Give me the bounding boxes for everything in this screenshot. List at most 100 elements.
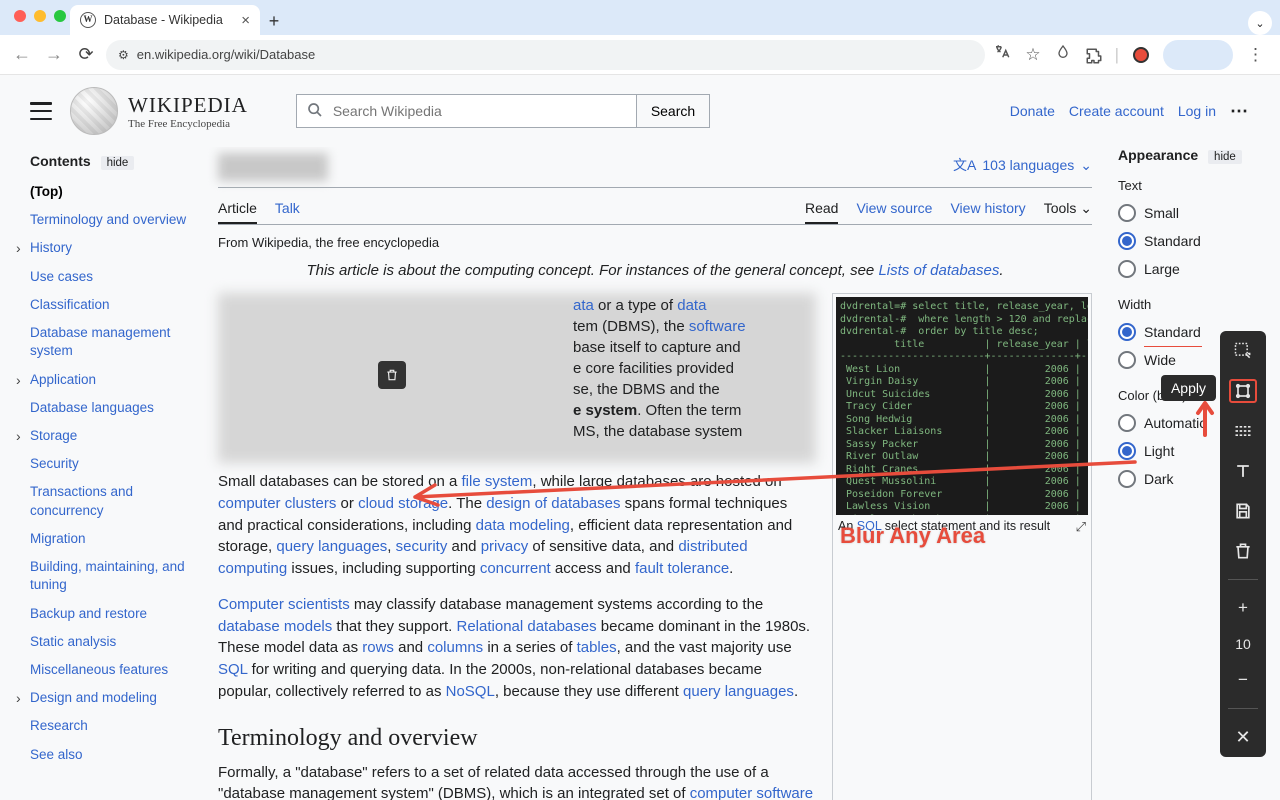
log-in-link[interactable]: Log in: [1178, 103, 1216, 119]
paragraph: Formally, a "database" refers to a set o…: [218, 762, 816, 800]
language-selector[interactable]: 文A 103 languages ⌄: [953, 155, 1092, 175]
wikipedia-globe-icon: [70, 87, 118, 135]
browser-chrome: Database - Wikipedia × + ⌄ ← → ⟳ ⚙ en.wi…: [0, 0, 1280, 75]
text-tool-icon[interactable]: [1229, 459, 1257, 483]
close-tab-icon[interactable]: ×: [241, 12, 250, 29]
wiki-header: WIKIPEDIA The Free Encyclopedia Search D…: [0, 75, 1280, 147]
prose: ata or a type of data tem (DBMS), the so…: [218, 293, 816, 800]
annotation-caption: Blur Any Area: [840, 523, 985, 549]
tab-read[interactable]: Read: [805, 190, 838, 224]
extensions-icon[interactable]: [1085, 47, 1101, 63]
toc-item: Migration: [30, 525, 190, 553]
donate-link[interactable]: Donate: [1010, 103, 1055, 119]
more-menu-icon[interactable]: ⋯: [1230, 101, 1250, 122]
width-label: Width: [1118, 297, 1260, 312]
paragraph: Computer scientists may classify databas…: [218, 594, 816, 703]
chevron-down-icon: ⌄: [1080, 157, 1092, 174]
bookmark-icon[interactable]: ☆: [1025, 45, 1040, 65]
tab-view-source[interactable]: View source: [856, 190, 932, 224]
zoom-in-button[interactable]: +: [1229, 596, 1257, 620]
reload-button[interactable]: ⟳: [74, 44, 98, 65]
record-icon[interactable]: [1133, 47, 1149, 63]
crop-tool-icon[interactable]: [1229, 379, 1257, 403]
address-bar[interactable]: ⚙ en.wikipedia.org/wiki/Database: [106, 40, 985, 70]
title-bar: 文A 103 languages ⌄: [218, 147, 1092, 188]
hatnote: This article is about the computing conc…: [218, 262, 1092, 279]
tabs-overflow-button[interactable]: ⌄: [1248, 11, 1272, 35]
sql-screenshot[interactable]: dvdrental=# select title, release_year, …: [836, 297, 1088, 515]
search-button[interactable]: Search: [636, 94, 710, 128]
contents-hide-button[interactable]: hide: [101, 156, 135, 170]
toolbar-separator: [1228, 579, 1258, 580]
chevron-down-icon: ⌄: [1080, 200, 1092, 216]
toc-item: Backup and restore: [30, 600, 190, 628]
logo[interactable]: WIKIPEDIA The Free Encyclopedia: [70, 87, 248, 135]
section-heading: Terminology and overview: [218, 725, 816, 752]
toc-list: (Top) Terminology and overview History U…: [30, 178, 190, 769]
zoom-out-button[interactable]: −: [1229, 668, 1257, 692]
apply-tooltip: Apply: [1161, 375, 1216, 401]
new-tab-button[interactable]: +: [260, 7, 288, 35]
toc-item: Use cases: [30, 263, 190, 291]
save-tool-icon[interactable]: [1229, 499, 1257, 523]
toc-item: Design and modeling: [30, 684, 190, 712]
search-icon: [307, 102, 323, 121]
paragraph: Small databases can be stored on a file …: [218, 471, 816, 580]
appearance-heading: Appearance: [1118, 147, 1198, 163]
appearance-hide-button[interactable]: hide: [1208, 150, 1242, 164]
drop-icon[interactable]: [1055, 44, 1071, 65]
expand-icon[interactable]: ⤢: [1076, 519, 1086, 535]
tab-bar: Database - Wikipedia × + ⌄: [0, 0, 1280, 35]
wordmark-text: WIKIPEDIA: [128, 93, 248, 118]
text-small-option[interactable]: Small: [1118, 199, 1260, 227]
blur-tool-icon[interactable]: [1229, 419, 1257, 443]
search-form: Search: [296, 94, 710, 128]
from-line: From Wikipedia, the free encyclopedia: [218, 235, 1092, 250]
browser-menu-icon[interactable]: ⋮: [1247, 45, 1264, 65]
toolbar-actions: ☆ | ⋮: [993, 40, 1270, 70]
tab-tools[interactable]: Tools ⌄: [1044, 190, 1092, 224]
tab-article[interactable]: Article: [218, 190, 257, 224]
toc-item: Application: [30, 366, 190, 394]
page-content: WIKIPEDIA The Free Encyclopedia Search D…: [0, 75, 1280, 800]
hatnote-link[interactable]: Lists of databases: [878, 262, 999, 279]
toolbar: ← → ⟳ ⚙ en.wikipedia.org/wiki/Database ☆…: [0, 35, 1280, 75]
tab-view-history[interactable]: View history: [950, 190, 1025, 224]
contents-heading: Contents: [30, 153, 91, 169]
toc-item: Miscellaneous features: [30, 656, 190, 684]
minimize-window-icon[interactable]: [34, 10, 46, 22]
close-toolbar-button[interactable]: ✕: [1229, 725, 1257, 749]
toc-item: Research: [30, 712, 190, 740]
page-title-blurred: [218, 153, 328, 181]
delete-blur-button[interactable]: [378, 361, 406, 389]
text-standard-option[interactable]: Standard: [1118, 227, 1260, 255]
wordmark: WIKIPEDIA The Free Encyclopedia: [128, 93, 248, 130]
translate-icon[interactable]: [993, 43, 1011, 66]
toc-item: Transactions and concurrency: [30, 478, 190, 524]
toc-item: Building, maintaining, and tuning: [30, 553, 190, 599]
text-large-option[interactable]: Large: [1118, 255, 1260, 283]
select-tool-icon[interactable]: [1229, 339, 1257, 363]
toc-item: Database management system: [30, 319, 190, 365]
article-body: 文A 103 languages ⌄ Article Talk Read Vie…: [200, 147, 1110, 800]
toc-item: Terminology and overview: [30, 206, 190, 234]
search-input[interactable]: [331, 102, 626, 120]
tab-talk[interactable]: Talk: [275, 190, 300, 224]
back-button[interactable]: ←: [10, 44, 34, 65]
site-settings-icon[interactable]: ⚙: [118, 48, 129, 62]
text-size-label: Text: [1118, 178, 1260, 193]
close-window-icon[interactable]: [14, 10, 26, 22]
trash-tool-icon[interactable]: [1229, 539, 1257, 563]
create-account-link[interactable]: Create account: [1069, 103, 1164, 119]
window-controls: [14, 10, 66, 22]
main-menu-button[interactable]: [30, 102, 52, 120]
search-box[interactable]: [296, 94, 636, 128]
page-tabs: Article Talk Read View source View histo…: [218, 190, 1092, 225]
profile-pill[interactable]: [1163, 40, 1233, 70]
forward-button: →: [42, 44, 66, 65]
toc-top[interactable]: (Top): [30, 178, 190, 206]
zoom-window-icon[interactable]: [54, 10, 66, 22]
contents-panel: Contents hide (Top) Terminology and over…: [30, 147, 200, 800]
toc-item: Classification: [30, 291, 190, 319]
browser-tab[interactable]: Database - Wikipedia ×: [70, 5, 260, 35]
